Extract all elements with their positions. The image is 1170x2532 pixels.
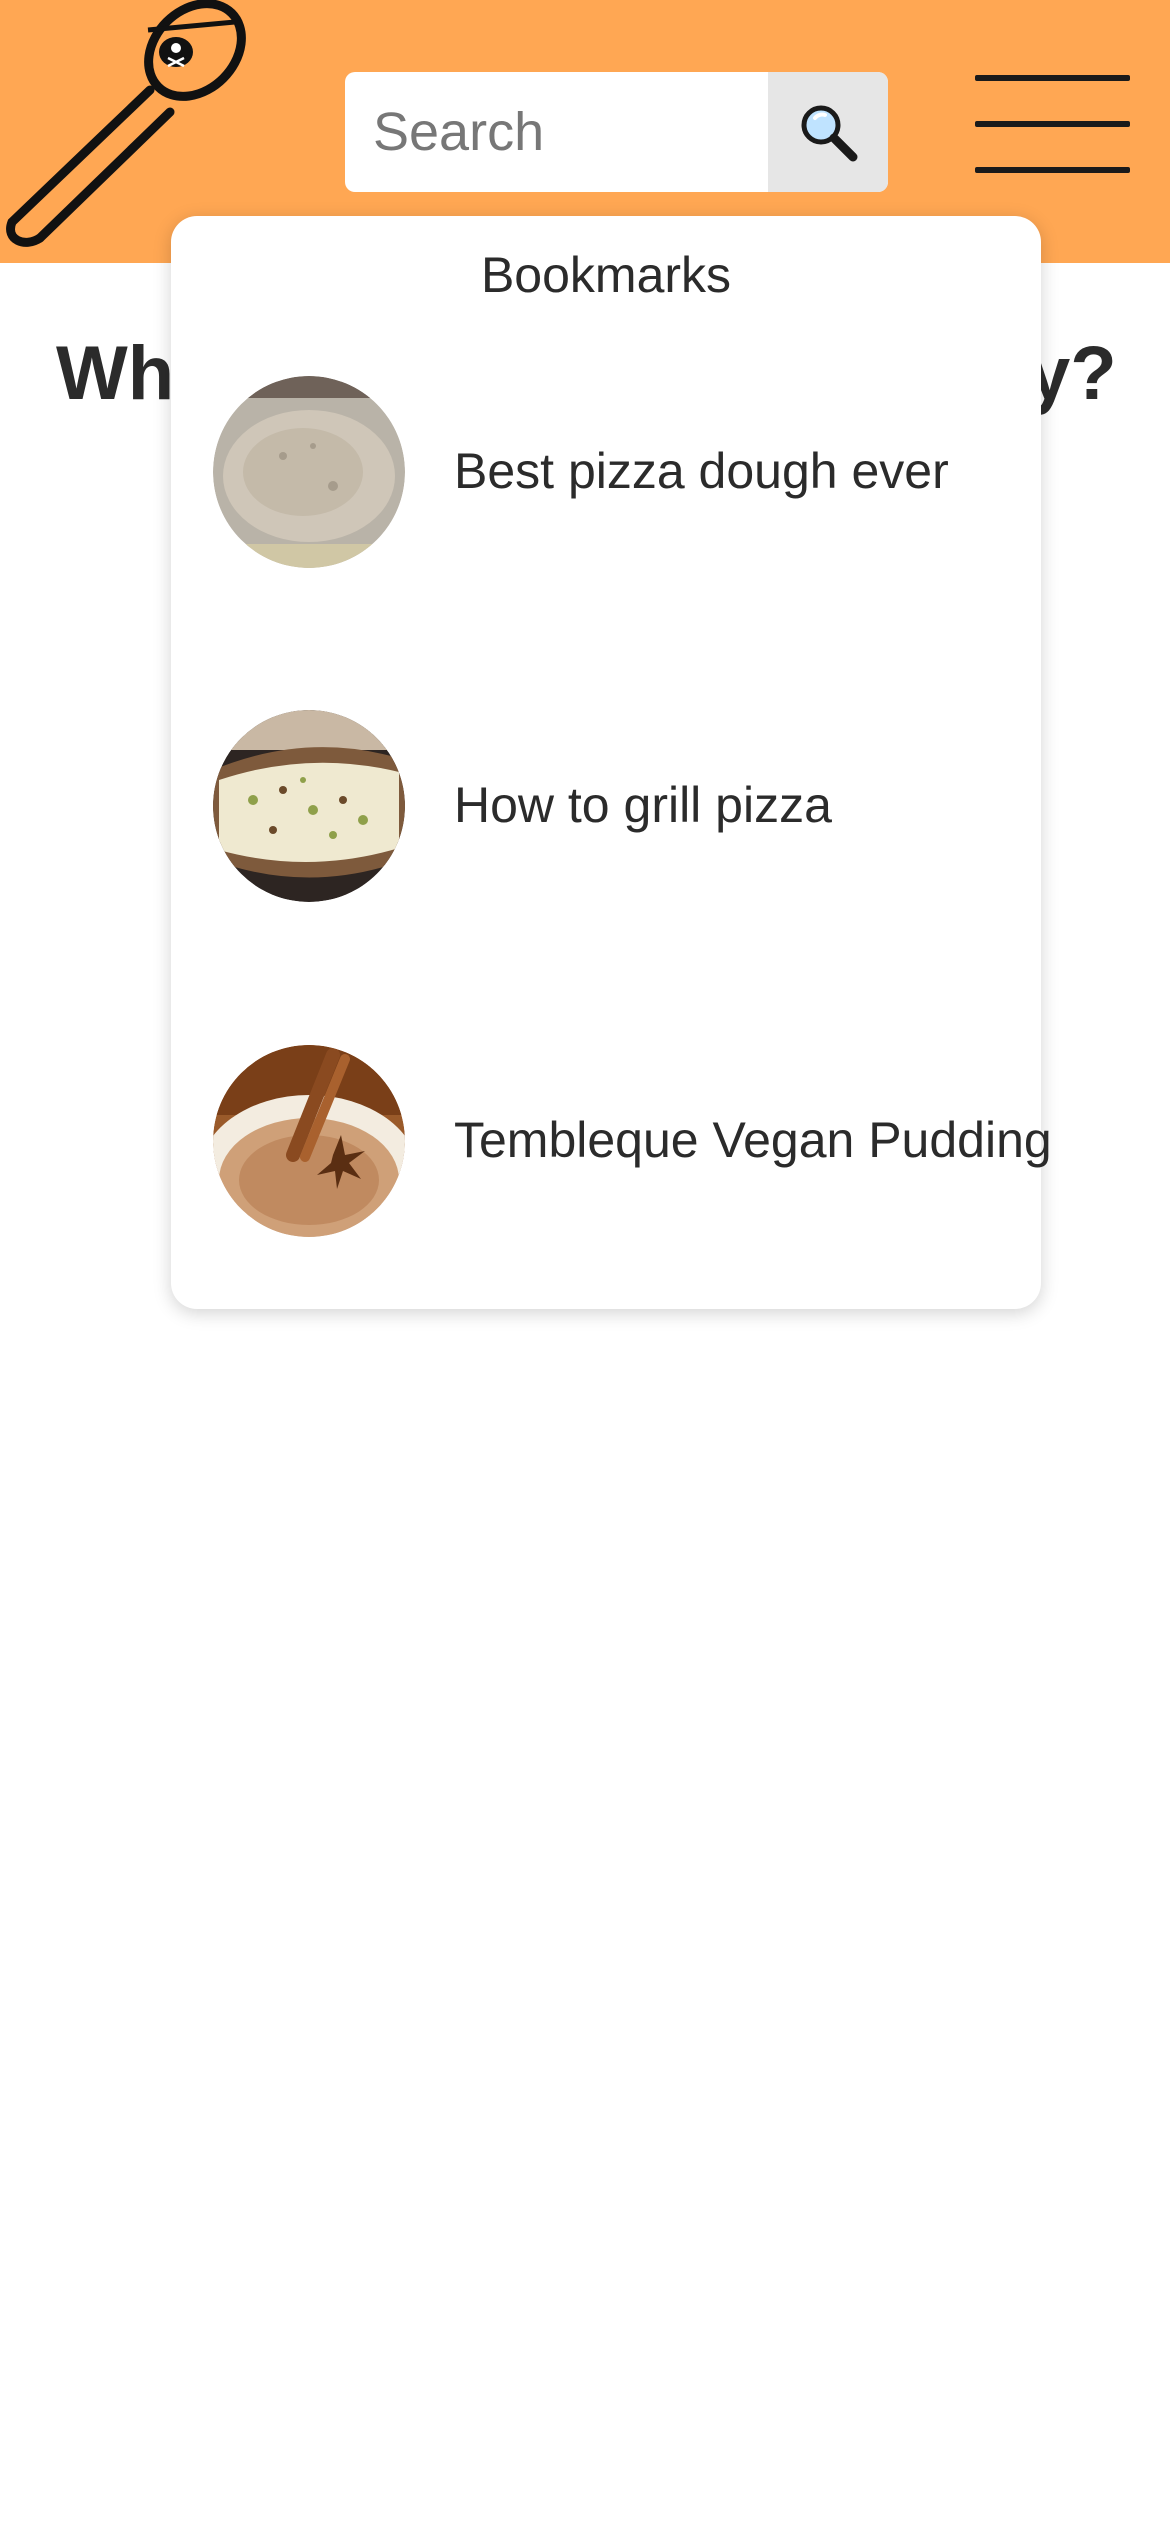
menu-bar-icon <box>975 121 1130 127</box>
bookmarks-title: Bookmarks <box>480 247 732 303</box>
bookmark-label: How to grill pizza <box>454 777 832 833</box>
app-page: Wha y? Bookmarks Best pizza dough ever <box>0 0 1170 2532</box>
bookmark-label: Best pizza dough ever <box>454 443 949 499</box>
bookmarks-dropdown: Bookmarks Best pizza dough ever How to g… <box>171 216 1052 1309</box>
search-button[interactable] <box>768 72 888 192</box>
magnifier-icon <box>801 105 858 162</box>
pudding-thumbnail <box>213 1045 405 1237</box>
pizza-dough-thumbnail <box>213 376 405 568</box>
bookmark-label: Tembleque Vegan Pudding <box>454 1112 1052 1168</box>
heading-right-text: y? <box>1028 331 1116 416</box>
hamburger-menu-button[interactable] <box>975 70 1130 178</box>
bookmark-item[interactable]: How to grill pizza <box>171 710 1041 910</box>
bookmark-item[interactable]: Best pizza dough ever <box>171 376 1041 576</box>
search-input[interactable] <box>345 72 768 192</box>
grilled-pizza-thumbnail <box>213 710 405 902</box>
bookmark-item[interactable]: Tembleque Vegan Pudding <box>171 1045 1052 1245</box>
search-bar <box>345 72 888 192</box>
menu-bar-icon <box>975 75 1130 81</box>
menu-bar-icon <box>975 167 1130 173</box>
spoon-logo-icon[interactable] <box>0 0 250 250</box>
